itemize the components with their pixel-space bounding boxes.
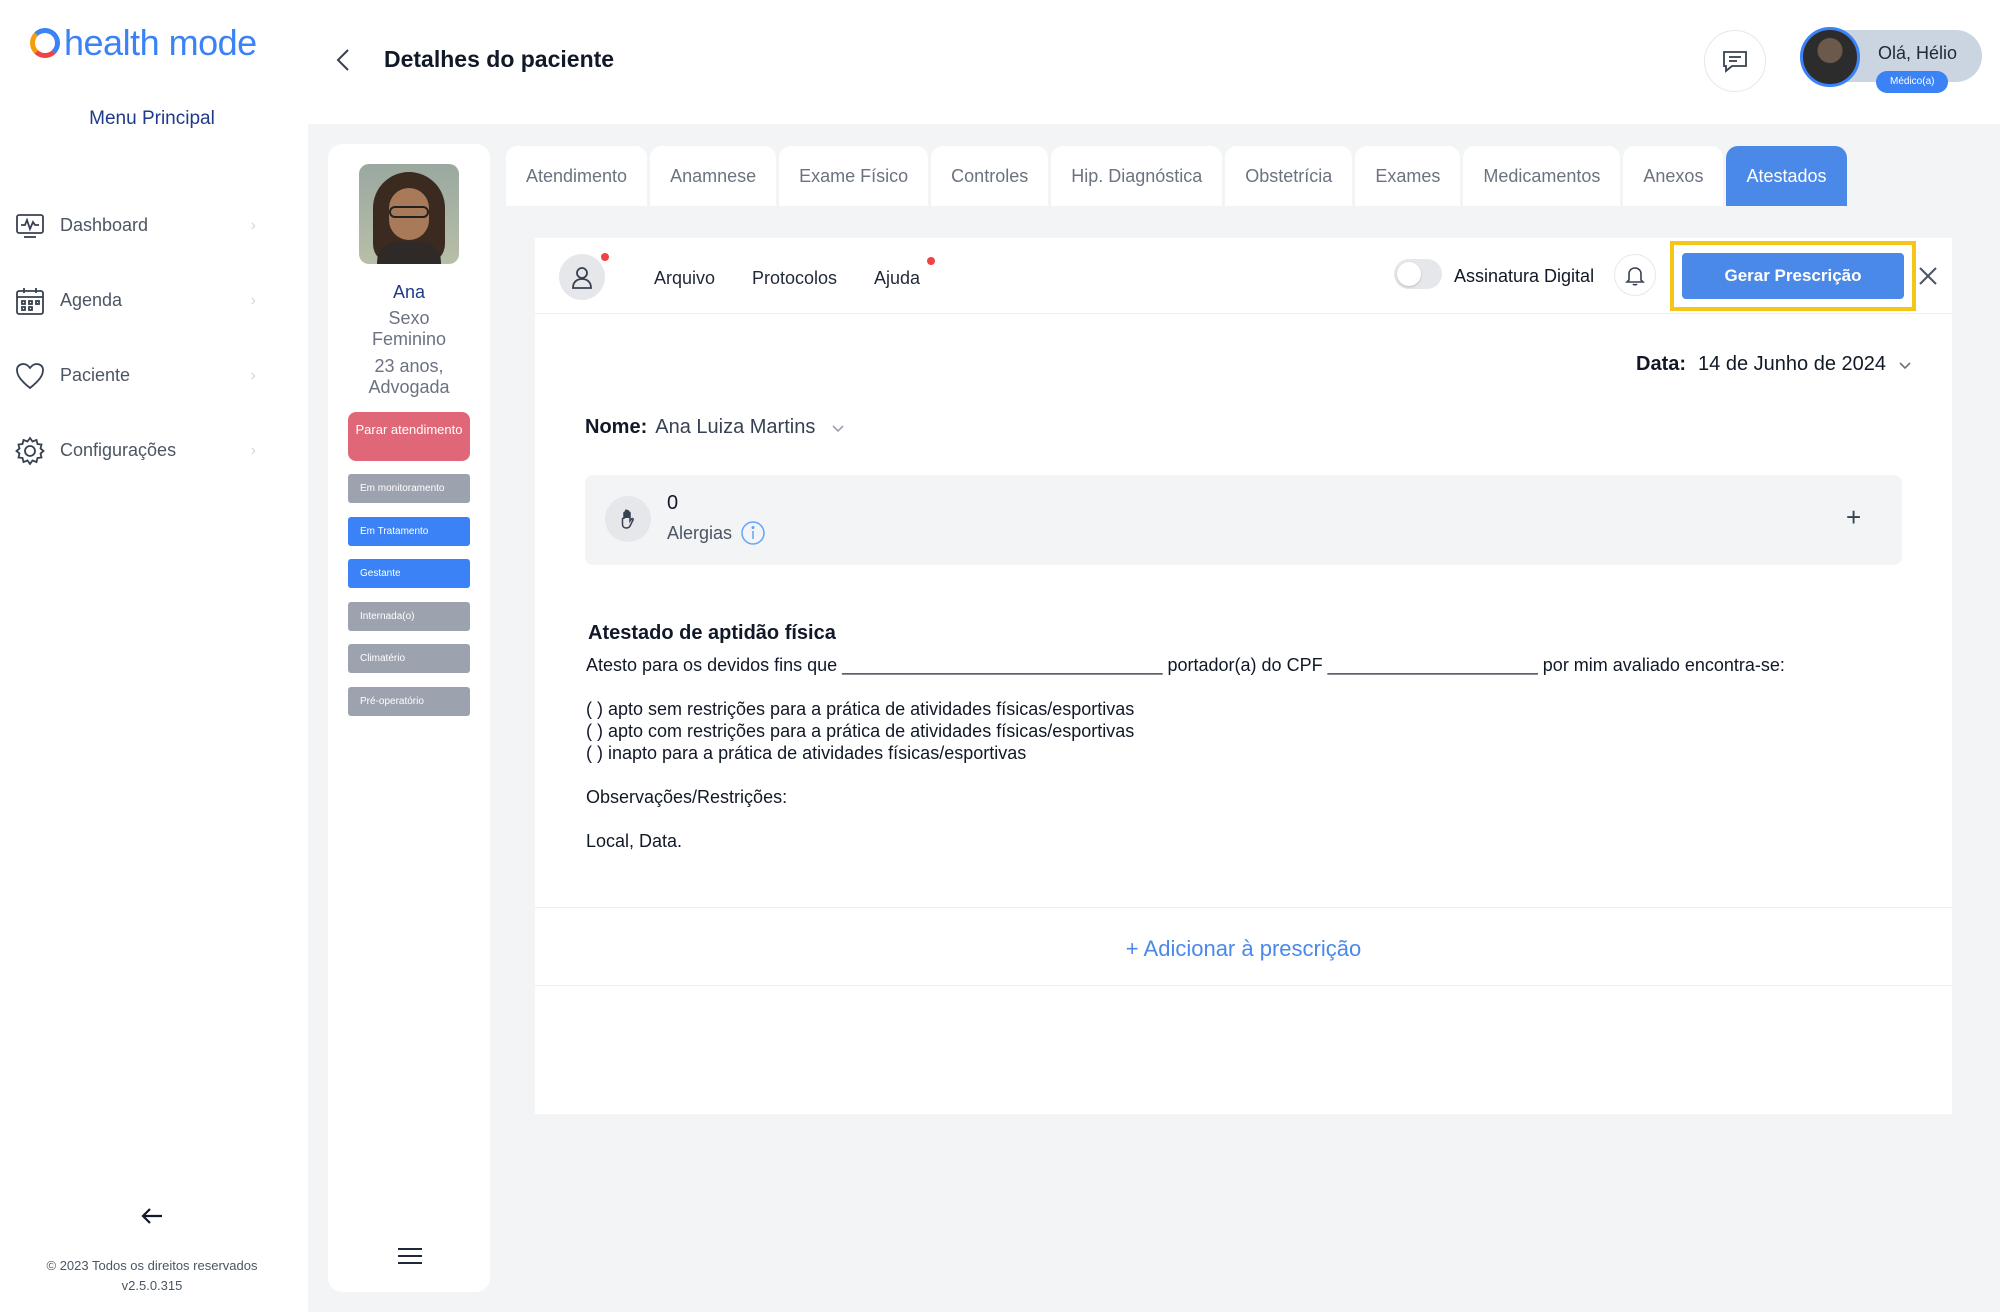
patient-photo: [359, 164, 459, 264]
document-option: ( ) apto sem restrições para a prática d…: [586, 699, 1135, 719]
add-to-prescription-link[interactable]: + Adicionar à prescrição: [535, 936, 1952, 962]
calendar-icon: [16, 287, 44, 315]
user-icon: [572, 267, 592, 289]
document-option: ( ) apto com restrições para a prática d…: [586, 721, 1135, 741]
sidebar-item-label: Agenda: [60, 290, 123, 310]
patient-name-selector[interactable]: Nome: Ana Luiza Martins: [585, 416, 847, 439]
sidebar-item-label: Paciente: [60, 365, 131, 385]
tag-em-tratamento[interactable]: Em Tratamento: [348, 517, 470, 546]
stop-consultation-button[interactable]: Parar atendimento: [348, 412, 470, 461]
date-value: 14 de Junho de 2024: [1698, 353, 1886, 375]
add-allergy-button[interactable]: +: [1846, 502, 1861, 533]
chat-button[interactable]: [1704, 30, 1766, 92]
sidebar-item-dashboard[interactable]: Dashboard ›: [0, 188, 304, 263]
heart-icon: [16, 362, 44, 389]
tab-bar: Atendimento Anamnese Exame Físico Contro…: [506, 146, 1850, 206]
chevron-right-icon: ›: [250, 291, 256, 309]
user-greeting: Olá, Hélio: [1878, 43, 1958, 63]
hamburger-menu-icon[interactable]: [398, 1248, 422, 1266]
tab-hip-diagnostica[interactable]: Hip. Diagnóstica: [1051, 146, 1223, 206]
hand-icon: [605, 496, 651, 542]
back-chevron-icon[interactable]: [330, 46, 358, 74]
tab-anexos[interactable]: Anexos: [1623, 146, 1724, 206]
name-value: Ana Luiza Martins: [655, 416, 816, 438]
chevron-down-icon: [1899, 361, 1911, 369]
sidebar: health mode Menu Principal Dashboard › A…: [0, 0, 308, 1312]
chevron-down-icon: [832, 424, 844, 432]
document-observations: Observações/Restrições:: [586, 787, 788, 807]
patient-name: Ana: [392, 282, 426, 302]
date-label: Data:: [1636, 353, 1687, 375]
sidebar-item-paciente[interactable]: Paciente ›: [0, 338, 304, 413]
logo-text: health mode: [64, 22, 257, 63]
allergy-card: [585, 475, 1902, 565]
tag-climaterio[interactable]: Climatério: [348, 644, 470, 673]
tab-medicamentos[interactable]: Medicamentos: [1463, 146, 1621, 206]
divider: [535, 907, 1952, 908]
tab-exame-fisico[interactable]: Exame Físico: [779, 146, 929, 206]
patient-age: 23 anos,: [374, 356, 444, 376]
date-selector[interactable]: Data: 14 de Junho de 2024: [1636, 353, 1914, 376]
digital-signature-toggle[interactable]: [1394, 259, 1442, 289]
sidebar-nav: Dashboard › Agenda › Paciente › Configur…: [0, 188, 304, 488]
chevron-right-icon: ›: [250, 441, 256, 459]
page-title: Detalhes do paciente: [384, 46, 615, 72]
chat-icon: [1723, 51, 1747, 73]
document-title: Atestado de aptidão física: [588, 622, 836, 644]
tag-gestante[interactable]: Gestante: [348, 559, 470, 588]
sidebar-item-label: Configurações: [60, 440, 177, 460]
logo-icon: [30, 28, 60, 58]
tag-internada[interactable]: Internada(o): [348, 602, 470, 631]
patient-sex-value: Feminino: [371, 329, 447, 349]
sidebar-item-configuracoes[interactable]: Configurações ›: [0, 413, 304, 488]
document-intro: Atesto para os devidos fins que ________…: [586, 655, 1785, 675]
logo[interactable]: health mode: [30, 22, 257, 64]
version-text: v2.5.0.315: [121, 1278, 183, 1293]
menu-protocolos[interactable]: Protocolos: [752, 268, 837, 289]
allergy-label: Alergias: [667, 522, 733, 543]
notification-dot: [601, 253, 609, 261]
dashboard-icon: [16, 213, 44, 238]
footer: © 2023 Todos os direitos reservados v2.5…: [0, 1256, 304, 1296]
sidebar-item-label: Dashboard: [60, 215, 149, 235]
divider: [535, 985, 1952, 986]
notification-dot: [927, 257, 935, 265]
info-icon[interactable]: [740, 520, 766, 546]
tag-em-monitoramento[interactable]: Em monitoramento: [348, 474, 470, 503]
tab-controles[interactable]: Controles: [931, 146, 1049, 206]
gear-icon: [15, 435, 45, 466]
patient-occupation: Advogada: [368, 377, 450, 397]
collapse-sidebar-icon[interactable]: [136, 1200, 168, 1232]
generate-prescription-button[interactable]: Gerar Prescrição: [1682, 253, 1904, 299]
menu-arquivo[interactable]: Arquivo: [654, 268, 715, 289]
tab-exames[interactable]: Exames: [1355, 146, 1461, 206]
copyright-text: © 2023 Todos os direitos reservados: [46, 1258, 258, 1273]
bell-icon: [1625, 267, 1645, 286]
allergy-label-row: Alergias: [667, 520, 766, 546]
tag-pre-operatorio[interactable]: Pré-operatório: [348, 687, 470, 716]
name-label: Nome:: [585, 416, 648, 438]
tab-atestados[interactable]: Atestados: [1726, 146, 1847, 206]
document-option: ( ) inapto para a prática de atividades …: [586, 743, 1027, 763]
tab-anamnese[interactable]: Anamnese: [650, 146, 777, 206]
patient-profile-button[interactable]: [559, 254, 605, 300]
tab-atendimento[interactable]: Atendimento: [506, 146, 648, 206]
user-role-badge: Médico(a): [1876, 71, 1949, 93]
patient-sex-label: Sexo: [388, 308, 430, 328]
allergy-count: 0: [667, 492, 679, 514]
document-place-date: Local, Data.: [586, 831, 683, 851]
menu-ajuda[interactable]: Ajuda: [874, 268, 920, 289]
tab-obstetricia[interactable]: Obstetrícia: [1225, 146, 1353, 206]
notifications-button[interactable]: [1614, 254, 1656, 296]
sidebar-item-agenda[interactable]: Agenda ›: [0, 263, 304, 338]
digital-signature-label: Assinatura Digital: [1454, 266, 1595, 286]
chevron-right-icon: ›: [250, 366, 256, 384]
document-body[interactable]: Atestado de aptidão física Atesto para o…: [586, 622, 1886, 852]
chevron-right-icon: ›: [250, 216, 256, 234]
close-icon[interactable]: [1916, 264, 1940, 288]
menu-title: Menu Principal: [89, 108, 215, 129]
avatar[interactable]: [1800, 27, 1860, 87]
